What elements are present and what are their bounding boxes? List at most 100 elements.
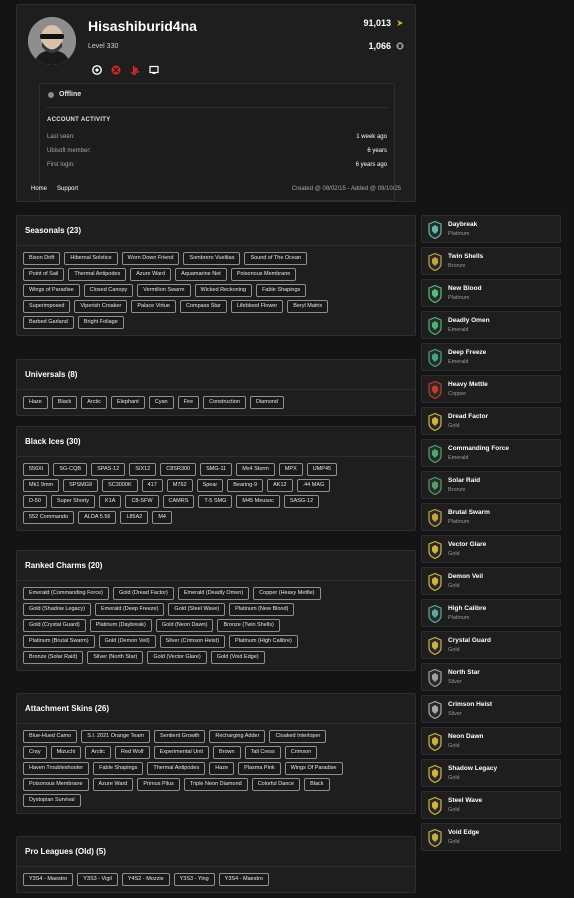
item-tag[interactable]: Sound of The Ocean [244,252,308,265]
charm-card[interactable]: Crimson Heist Silver [421,695,561,723]
item-tag[interactable]: Cray [23,746,47,759]
charm-card[interactable]: Dread Factor Gold [421,407,561,435]
item-tag[interactable]: C8-SFW [125,495,159,508]
item-tag[interactable]: Diamond [249,396,284,409]
item-tag[interactable]: Y3S3 - Ying [173,873,215,886]
charm-card[interactable]: Commanding Force Emerald [421,439,561,467]
item-tag[interactable]: Sombrero Vuelitas [183,252,241,265]
item-tag[interactable]: Y3S4 - Maestro [218,873,269,886]
item-tag[interactable]: L85A2 [120,511,149,524]
charm-card[interactable]: North Star Silver [421,663,561,691]
item-tag[interactable]: Azure Ward [130,268,172,281]
item-tag[interactable]: Aquamarine Net [175,268,227,281]
item-tag[interactable]: Haze [23,396,48,409]
item-tag[interactable]: Gold (Vector Glare) [147,651,207,664]
item-tag[interactable]: Y3S3 - Vigil [77,873,118,886]
charm-card[interactable]: Solar Raid Bronze [421,471,561,499]
item-tag[interactable]: Fable Shapings [256,284,307,297]
item-tag[interactable]: Viperish Croaker [74,300,128,313]
item-tag[interactable]: UMP45 [306,463,338,476]
item-tag[interactable]: Thermal Antipodes [68,268,127,281]
item-tag[interactable]: Platinum (Daybreak) [89,619,152,632]
item-tag[interactable]: Lifeblood Flower [230,300,284,313]
item-tag[interactable]: 417 [141,479,163,492]
item-tag[interactable]: D-50 [23,495,47,508]
item-tag[interactable]: Triple Neon Diamond [183,778,248,791]
item-tag[interactable]: SG-CQB [53,463,88,476]
item-tag[interactable]: Emerald (Commanding Force) [23,587,109,600]
charm-card[interactable]: New Blood Platinum [421,279,561,307]
item-tag[interactable]: Closed Canopy [83,284,134,297]
item-tag[interactable]: 552 Commando [23,511,75,524]
item-tag[interactable]: Point of Sail [23,268,65,281]
item-tag[interactable]: Compass Star [179,300,227,313]
item-tag[interactable]: Gold (Void Edge) [210,651,265,664]
item-tag[interactable]: Azure Ward [92,778,134,791]
item-tag[interactable]: Plasma Pink [238,762,281,775]
item-tag[interactable]: Fable Shapings [93,762,144,775]
item-tag[interactable]: Primus Pilus [137,778,180,791]
item-tag[interactable]: Tall Cress [244,746,281,759]
item-tag[interactable]: AK12 [267,479,293,492]
item-tag[interactable]: Thermal Antipodes [147,762,206,775]
charm-card[interactable]: Heavy Mettle Copper [421,375,561,403]
item-tag[interactable]: Gold (Crystal Guard) [23,619,86,632]
item-tag[interactable]: Bearing-9 [227,479,264,492]
nav-home-link[interactable]: Home [31,186,47,192]
item-tag[interactable]: Crimson [284,746,318,759]
item-tag[interactable]: T-5 SMG [198,495,233,508]
item-tag[interactable]: M4 [152,511,172,524]
charm-card[interactable]: Steel Wave Gold [421,791,561,819]
item-tag[interactable]: Gold (Neon Dawn) [155,619,214,632]
item-tag[interactable]: Bronze (Twin Shells) [217,619,280,632]
item-tag[interactable]: Palace Virtue [131,300,176,313]
item-tag[interactable]: Hibernal Solstice [64,252,118,265]
item-tag[interactable]: Elephant [111,396,145,409]
item-tag[interactable]: MPX [278,463,303,476]
item-tag[interactable]: Haze [209,762,235,775]
charm-card[interactable]: High Calibre Platinum [421,599,561,627]
item-tag[interactable]: Superimposed [23,300,71,313]
charm-card[interactable]: Crystal Guard Gold [421,631,561,659]
item-tag[interactable]: Sentient Growth [153,730,206,743]
item-tag[interactable]: Arctic [85,746,112,759]
xbox-icon[interactable] [111,65,121,75]
item-tag[interactable]: Poisonous Membrane [23,778,89,791]
item-tag[interactable]: C8SR300 [160,463,197,476]
charm-card[interactable]: Twin Shells Bronze [421,247,561,275]
charm-card[interactable]: Demon Veil Gold [421,567,561,595]
item-tag[interactable]: Y4S2 - Mozzie [121,873,170,886]
item-tag[interactable]: Black [51,396,78,409]
item-tag[interactable]: Bright Foliage [77,316,124,329]
item-tag[interactable]: Red Wolf [115,746,150,759]
item-tag[interactable]: Beryl Matrix [287,300,329,313]
item-tag[interactable]: Silver (Crimson Heist) [159,635,226,648]
item-tag[interactable]: SC3000K [102,479,138,492]
charm-card[interactable]: Deadly Omen Emerald [421,311,561,339]
item-tag[interactable]: Gold (Demon Veil) [98,635,156,648]
item-tag[interactable]: Haven Troubleshooter [23,762,90,775]
item-tag[interactable]: Vermilion Swarm [137,284,191,297]
charm-card[interactable]: Vector Glare Gold [421,535,561,563]
item-tag[interactable]: Bison Drift [23,252,61,265]
item-tag[interactable]: Colorful Dance [251,778,301,791]
item-tag[interactable]: M762 [166,479,193,492]
ubisoft-icon[interactable] [92,65,102,75]
item-tag[interactable]: SIX12 [129,463,157,476]
item-tag[interactable]: Fire [177,396,200,409]
item-tag[interactable]: Silver (North Star) [87,651,144,664]
item-tag[interactable]: Platinum (Brutal Swarm) [23,635,95,648]
item-tag[interactable]: Arctic [81,396,108,409]
item-tag[interactable]: Worn Down Friend [121,252,180,265]
item-tag[interactable]: Emerald (Deep Freeze) [94,603,165,616]
item-tag[interactable]: Cyan [148,396,174,409]
item-tag[interactable]: Black [304,778,330,791]
item-tag[interactable]: Gold (Steel Wave) [168,603,226,616]
item-tag[interactable]: SPAS-12 [91,463,126,476]
item-tag[interactable]: Y3S4 - Maestro [23,873,74,886]
item-tag[interactable]: Blue-Hued Camo [23,730,78,743]
item-tag[interactable]: ALDA 5.56 [78,511,117,524]
item-tag[interactable]: Poisonous Membrane [230,268,297,281]
item-tag[interactable]: Recharging Adder [209,730,266,743]
item-tag[interactable]: Copper (Heavy Mettle) [253,587,321,600]
